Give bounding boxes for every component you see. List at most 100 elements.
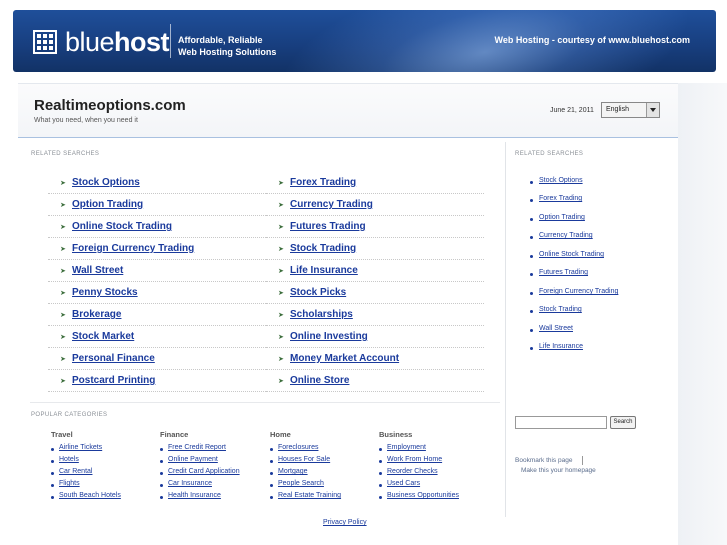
list-item[interactable]: ➤ Online Store (266, 370, 484, 392)
category-link[interactable]: Used Cars (387, 480, 420, 487)
related-searches-label: RELATED SEARCHES (31, 151, 100, 157)
list-item[interactable]: ➤ Scholarships (266, 304, 484, 326)
list-item[interactable]: ➤ Online Stock Trading (48, 216, 266, 238)
category-link[interactable]: Mortgage (278, 468, 308, 475)
list-item[interactable]: ➤ Stock Market (48, 326, 266, 348)
sidebar-link[interactable]: Stock Trading (539, 306, 582, 313)
related-link[interactable]: Wall Street (72, 265, 123, 276)
sidebar-link[interactable]: Option Trading (539, 214, 585, 221)
list-item[interactable]: ➤ Option Trading (48, 194, 266, 216)
bullet-icon (379, 460, 382, 463)
related-link[interactable]: Online Stock Trading (72, 221, 172, 232)
related-link[interactable]: Scholarships (290, 309, 353, 320)
related-link[interactable]: Postcard Printing (72, 375, 155, 386)
list-item[interactable]: ➤ Brokerage (48, 304, 266, 326)
category-link[interactable]: Online Payment (168, 456, 218, 463)
related-link[interactable]: Option Trading (72, 199, 143, 210)
bluehost-banner[interactable]: bluehost Affordable, Reliable Web Hostin… (13, 10, 716, 72)
list-item[interactable]: ➤ Postcard Printing (48, 370, 266, 392)
list-item[interactable]: ➤ Stock Trading (266, 238, 484, 260)
category-link[interactable]: Real Estate Training (278, 492, 341, 499)
bullet-icon (530, 310, 533, 313)
arrow-icon: ➤ (278, 180, 284, 187)
arrow-icon: ➤ (60, 246, 66, 253)
list-item[interactable]: ➤ Life Insurance (266, 260, 484, 282)
list-item[interactable]: ➤ Money Market Account (266, 348, 484, 370)
category-link[interactable]: Business Opportunities (387, 492, 459, 499)
related-link[interactable]: Personal Finance (72, 353, 155, 364)
sidebar-link[interactable]: Online Stock Trading (539, 251, 604, 258)
arrow-icon: ➤ (60, 312, 66, 319)
list-item[interactable]: ➤ Penny Stocks (48, 282, 266, 304)
related-link[interactable]: Online Investing (290, 331, 368, 342)
arrow-icon: ➤ (278, 378, 284, 385)
category-link[interactable]: Hotels (59, 456, 79, 463)
related-link[interactable]: Life Insurance (290, 265, 358, 276)
bullet-icon (160, 460, 163, 463)
list-item[interactable]: ➤ Stock Picks (266, 282, 484, 304)
category-link[interactable]: Car Insurance (168, 480, 212, 487)
category-link[interactable]: Free Credit Report (168, 444, 226, 451)
arrow-icon: ➤ (60, 224, 66, 231)
category-link[interactable]: Credit Card Application (168, 468, 240, 475)
category-link[interactable]: South Beach Hotels (59, 492, 121, 499)
bookmark-link[interactable]: Bookmark this page (515, 457, 572, 464)
arrow-icon: ➤ (60, 268, 66, 275)
related-link[interactable]: Foreign Currency Trading (72, 243, 194, 254)
sidebar-link[interactable]: Currency Trading (539, 232, 593, 239)
banner-tagline: Affordable, Reliable Web Hosting Solutio… (178, 35, 277, 57)
bluehost-logo[interactable]: bluehost (33, 26, 170, 58)
search-button[interactable]: Search (610, 416, 636, 429)
list-item[interactable]: ➤ Wall Street (48, 260, 266, 282)
page-shadow (678, 83, 727, 545)
list-item[interactable]: ➤ Futures Trading (266, 216, 484, 238)
sidebar-link[interactable]: Forex Trading (539, 195, 582, 202)
popular-categories-label: POPULAR CATEGORIES (31, 412, 108, 418)
language-select[interactable]: English (601, 102, 660, 118)
bullet-icon (530, 218, 533, 221)
homepage-link[interactable]: Make this your homepage (521, 467, 596, 474)
category-link[interactable]: Foreclosures (278, 444, 318, 451)
category-link[interactable]: Airline Tickets (59, 444, 102, 451)
category-link[interactable]: Flights (59, 480, 80, 487)
related-link[interactable]: Stock Trading (290, 243, 356, 254)
list-item[interactable]: ➤ Online Investing (266, 326, 484, 348)
category-link[interactable]: Car Rental (59, 468, 92, 475)
bookmark-divider (582, 456, 583, 465)
related-link[interactable]: Forex Trading (290, 177, 356, 188)
sidebar-link[interactable]: Foreign Currency Trading (539, 288, 618, 295)
sidebar-link[interactable]: Life Insurance (539, 343, 583, 350)
category-link[interactable]: Employment (387, 444, 426, 451)
list-item[interactable]: ➤ Forex Trading (266, 172, 484, 194)
list-item[interactable]: ➤ Stock Options (48, 172, 266, 194)
category-link[interactable]: People Search (278, 480, 324, 487)
bullet-icon (379, 472, 382, 475)
sidebar-link[interactable]: Stock Options (539, 177, 583, 184)
search-input[interactable] (515, 416, 607, 429)
related-link[interactable]: Brokerage (72, 309, 121, 320)
related-link[interactable]: Stock Picks (290, 287, 346, 298)
chevron-down-icon[interactable] (646, 103, 659, 117)
category-heading: Finance (160, 430, 189, 439)
category-link[interactable]: Houses For Sale (278, 456, 330, 463)
arrow-icon: ➤ (278, 312, 284, 319)
list-item[interactable]: ➤ Personal Finance (48, 348, 266, 370)
category-link[interactable]: Work From Home (387, 456, 442, 463)
related-link[interactable]: Stock Market (72, 331, 134, 342)
list-item[interactable]: ➤ Foreign Currency Trading (48, 238, 266, 260)
privacy-policy-link[interactable]: Privacy Policy (323, 519, 367, 526)
category-link[interactable]: Reorder Checks (387, 468, 438, 475)
related-link[interactable]: Stock Options (72, 177, 140, 188)
category-link[interactable]: Health Insurance (168, 492, 221, 499)
arrow-icon: ➤ (60, 356, 66, 363)
bullet-icon (530, 273, 533, 276)
grid-logo-icon (33, 30, 57, 54)
related-link[interactable]: Online Store (290, 375, 349, 386)
related-link[interactable]: Penny Stocks (72, 287, 138, 298)
sidebar-link[interactable]: Futures Trading (539, 269, 588, 276)
list-item[interactable]: ➤ Currency Trading (266, 194, 484, 216)
related-link[interactable]: Currency Trading (290, 199, 373, 210)
related-link[interactable]: Money Market Account (290, 353, 399, 364)
sidebar-link[interactable]: Wall Street (539, 325, 573, 332)
related-link[interactable]: Futures Trading (290, 221, 366, 232)
